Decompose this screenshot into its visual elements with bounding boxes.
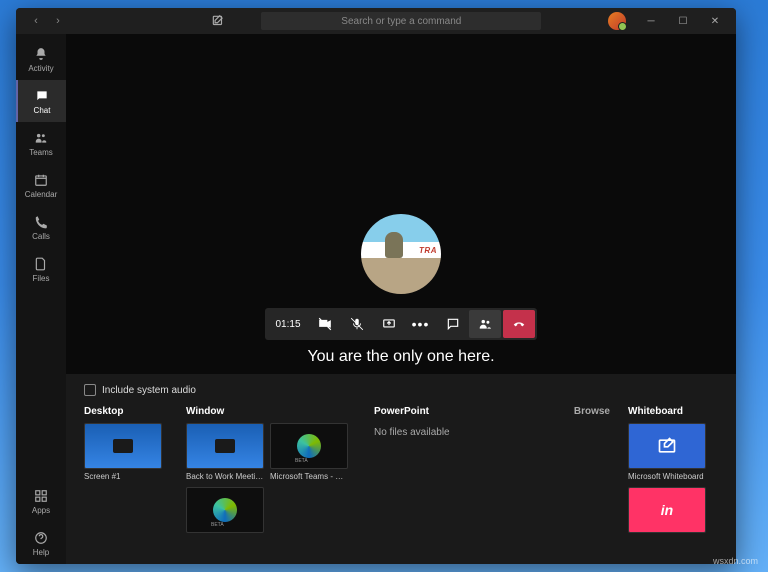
browse-link[interactable]: Browse (574, 406, 610, 417)
nav-arrows: ‹ › (26, 11, 68, 31)
edge-beta-icon (213, 498, 237, 522)
share-tray: Include system audio Desktop Screen #1 (66, 374, 736, 564)
nav-back-button[interactable]: ‹ (26, 11, 46, 31)
titlebar: ‹ › Search or type a command ─ ☐ ✕ (16, 8, 736, 34)
share-window-meeting[interactable]: Back to Work Meeting (M... (186, 423, 264, 481)
share-window-edge1[interactable]: Microsoft Teams - How t... (270, 423, 348, 481)
teams-window: ‹ › Search or type a command ─ ☐ ✕ Activ… (16, 8, 736, 564)
people-icon (478, 317, 492, 331)
close-icon: ✕ (711, 16, 719, 27)
phone-icon (33, 214, 49, 230)
edge-beta-icon (297, 434, 321, 458)
rail-teams[interactable]: Teams (16, 122, 66, 164)
rail-calls[interactable]: Calls (16, 206, 66, 248)
hang-up-button[interactable] (503, 310, 535, 338)
whiteboard-icon (657, 436, 677, 456)
rail-label: Chat (34, 106, 51, 115)
minimize-button[interactable]: ─ (636, 10, 666, 32)
rail-label: Calendar (25, 190, 57, 199)
camera-off-icon (318, 317, 332, 331)
toggle-camera-button[interactable] (309, 310, 341, 338)
powerpoint-header-row: PowerPoint Browse (374, 406, 610, 417)
chevron-right-icon: › (56, 15, 60, 27)
rail-label: Activity (28, 64, 53, 73)
minimize-icon: ─ (647, 16, 654, 27)
toggle-mic-button[interactable] (341, 310, 373, 338)
chat-panel-button[interactable] (437, 310, 469, 338)
search-placeholder: Search or type a command (341, 16, 461, 27)
rail-files[interactable]: Files (16, 248, 66, 290)
window-thumbnail (186, 423, 264, 469)
rail-label: Calls (32, 232, 50, 241)
whiteboard-thumbnail (628, 423, 706, 469)
rail-calendar[interactable]: Calendar (16, 164, 66, 206)
include-audio-row[interactable]: Include system audio (84, 384, 718, 396)
rail-label: Help (33, 548, 49, 557)
chat-bubble-icon (446, 317, 460, 331)
rail-activity[interactable]: Activity (16, 38, 66, 80)
call-stage: 01:15 ••• You are the only one here. (66, 34, 736, 374)
close-button[interactable]: ✕ (700, 10, 730, 32)
invision-icon: in (661, 502, 673, 518)
mic-off-icon (350, 317, 364, 331)
window-thumbnail (270, 423, 348, 469)
no-files-message: No files available (374, 427, 610, 438)
body: Activity Chat Teams Calendar Calls Files (16, 34, 736, 564)
hangup-icon (512, 317, 526, 331)
maximize-icon: ☐ (679, 16, 688, 27)
more-options-button[interactable]: ••• (405, 310, 437, 338)
ellipsis-icon: ••• (412, 316, 430, 332)
files-icon (33, 256, 49, 272)
compose-button[interactable] (208, 11, 228, 31)
share-whiteboard-invision[interactable]: in (628, 487, 714, 533)
participant-avatar (361, 214, 441, 294)
app-rail: Activity Chat Teams Calendar Calls Files (16, 34, 66, 564)
rail-chat[interactable]: Chat (16, 80, 66, 122)
help-icon (33, 530, 49, 546)
include-audio-label: Include system audio (102, 385, 196, 396)
chat-icon (34, 88, 50, 104)
titlebar-right: ─ ☐ ✕ (608, 10, 730, 32)
lonely-message: You are the only one here. (307, 348, 494, 366)
share-window-edge2[interactable] (186, 487, 264, 533)
maximize-button[interactable]: ☐ (668, 10, 698, 32)
chevron-left-icon: ‹ (34, 15, 38, 27)
thumb-label: Microsoft Whiteboard (628, 472, 714, 481)
watermark: wsxdn.com (713, 556, 758, 566)
window-thumbnail (186, 487, 264, 533)
desktop-header: Desktop (84, 406, 168, 417)
share-tray-icon (382, 317, 396, 331)
whiteboard-header: Whiteboard (628, 406, 718, 417)
user-avatar[interactable] (608, 12, 626, 30)
teams-icon (33, 130, 49, 146)
rail-label: Files (33, 274, 50, 283)
thumb-label: Screen #1 (84, 472, 162, 481)
calendar-icon (33, 172, 49, 188)
apps-icon (33, 488, 49, 504)
include-audio-checkbox[interactable] (84, 384, 96, 396)
thumb-label: Back to Work Meeting (M... (186, 472, 264, 481)
rail-apps[interactable]: Apps (16, 480, 66, 522)
search-input[interactable]: Search or type a command (261, 12, 541, 30)
thumb-label: Microsoft Teams - How t... (270, 472, 348, 481)
screen-thumbnail (84, 423, 162, 469)
invision-thumbnail: in (628, 487, 706, 533)
rail-label: Apps (32, 506, 50, 515)
compose-icon (211, 14, 225, 28)
bell-icon (33, 46, 49, 62)
share-screen-button[interactable] (373, 310, 405, 338)
participants-button[interactable] (469, 310, 501, 338)
call-controls: 01:15 ••• (265, 308, 536, 340)
rail-label: Teams (29, 148, 53, 157)
call-timer: 01:15 (267, 319, 308, 330)
share-desktop-screen1[interactable]: Screen #1 (84, 423, 162, 481)
powerpoint-header: PowerPoint (374, 406, 429, 417)
rail-help[interactable]: Help (16, 522, 66, 564)
main-content: 01:15 ••• You are the only one here. Inc… (66, 34, 736, 564)
nav-forward-button[interactable]: › (48, 11, 68, 31)
share-whiteboard-ms[interactable]: Microsoft Whiteboard (628, 423, 714, 481)
window-header: Window (186, 406, 356, 417)
